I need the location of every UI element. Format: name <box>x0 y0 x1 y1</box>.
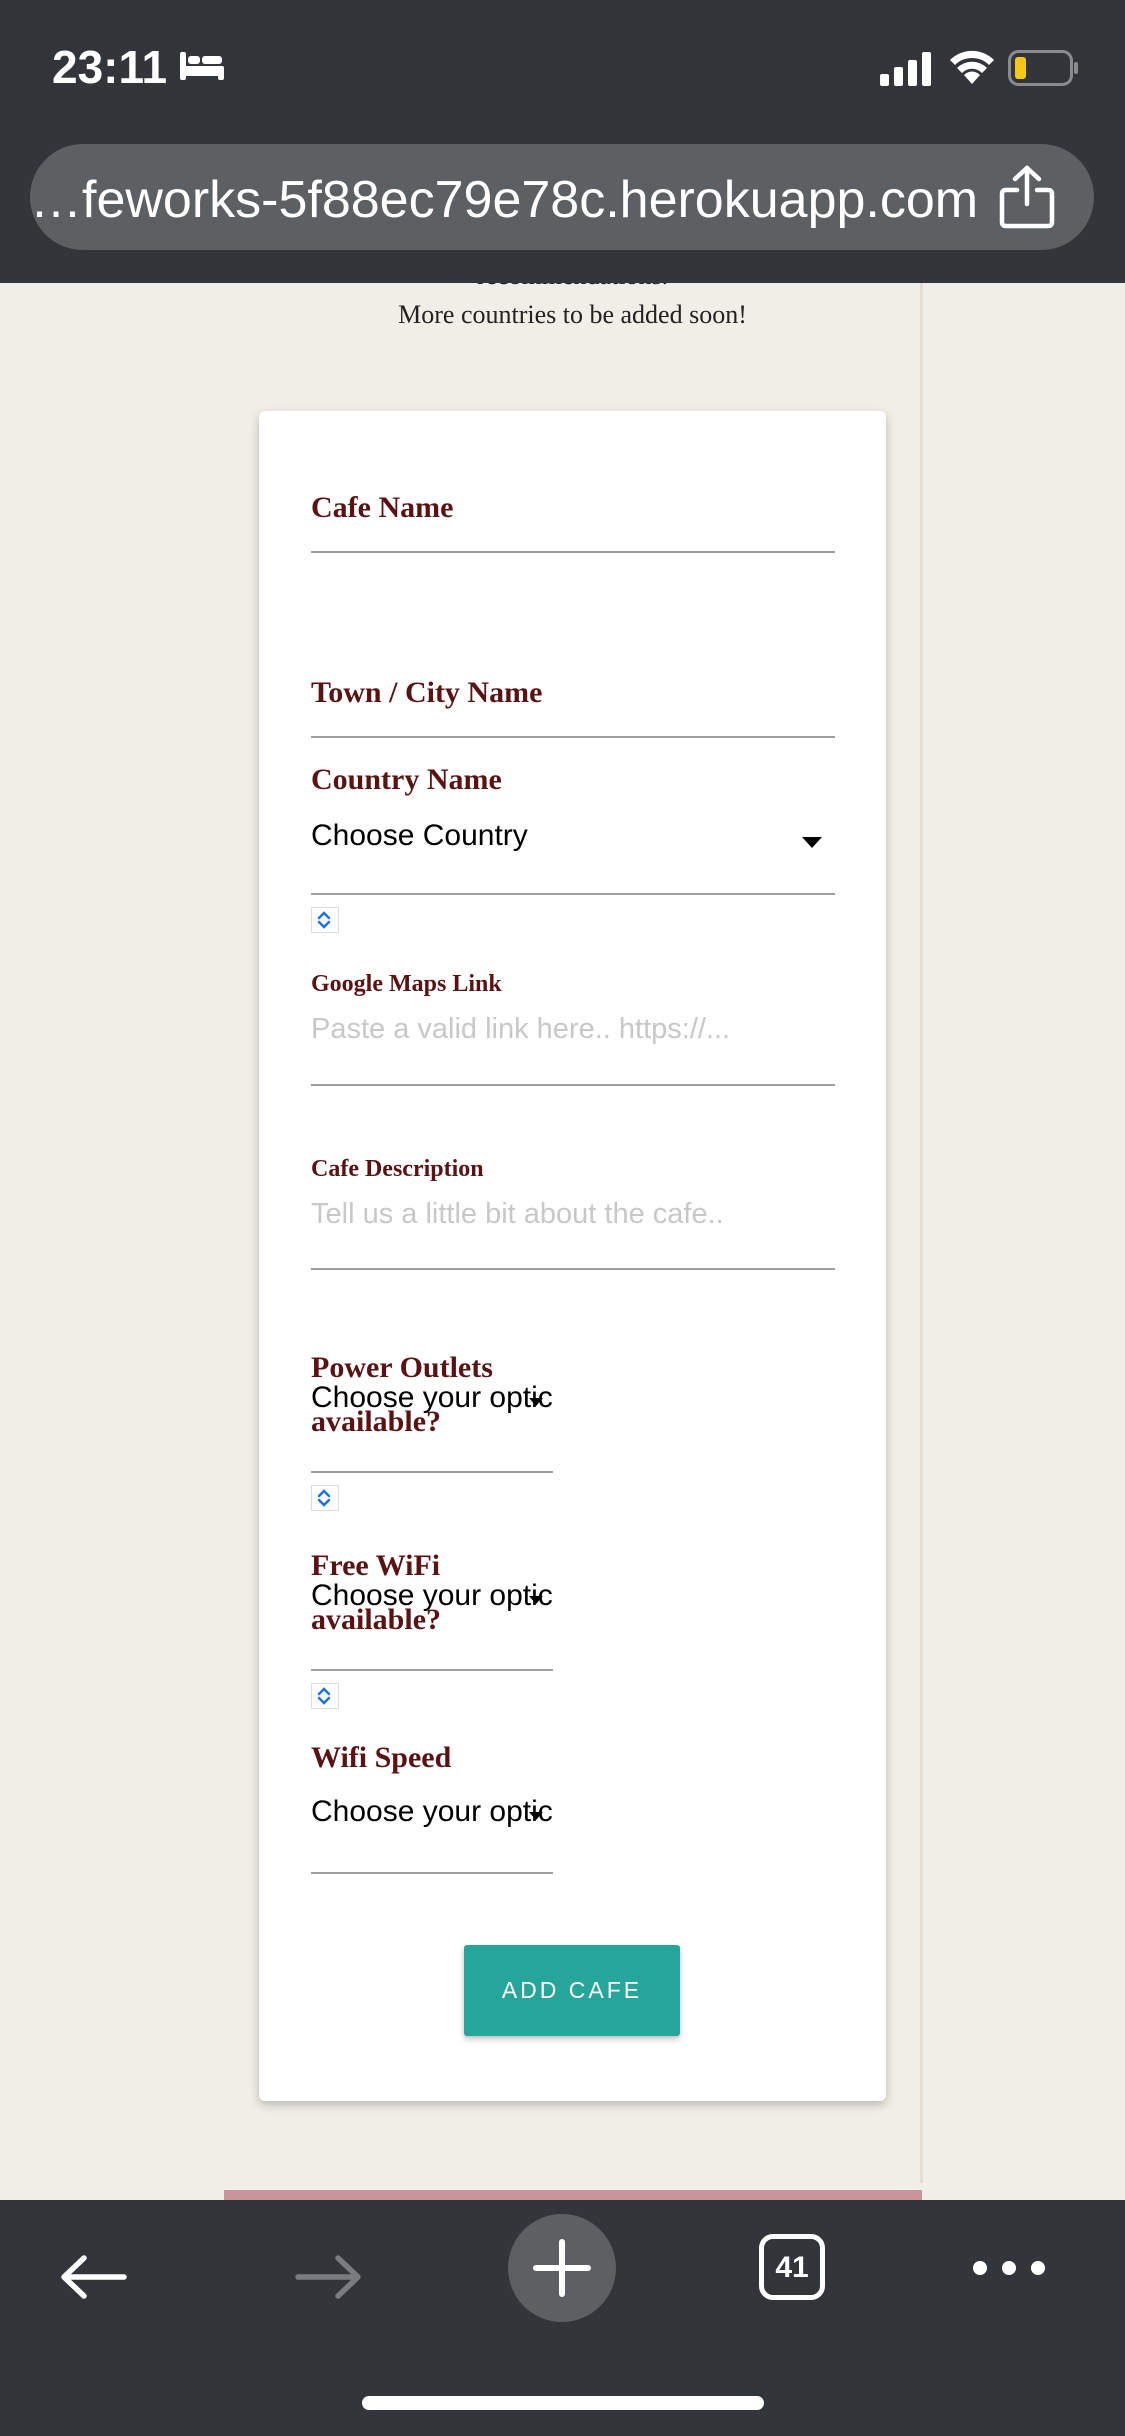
town-underline <box>311 736 835 738</box>
power-spinner[interactable] <box>311 1485 339 1511</box>
add-cafe-form: Cafe Name Town / City Name Country Name … <box>259 411 886 2101</box>
speed-label: Wifi Speed <box>311 1741 452 1774</box>
bed-icon <box>180 52 224 80</box>
maps-label: Google Maps Link <box>311 971 502 997</box>
country-label: Country Name <box>311 763 502 796</box>
free-wifi-select[interactable]: Free WiFi available? Choose your optic <box>311 1539 555 1674</box>
speed-underline <box>311 1872 553 1874</box>
tabs-icon[interactable]: 41 <box>759 2234 825 2300</box>
add-cafe-button[interactable]: ADD CAFE <box>464 1945 680 2036</box>
maps-underline <box>311 1084 835 1086</box>
cut-off-text: recommendations. <box>0 283 1125 291</box>
description-label: Cafe Description <box>311 1156 484 1182</box>
address-bar[interactable]: …feworks-5f88ec79e78c.herokuapp.com <box>30 144 1094 250</box>
description-field[interactable]: Cafe Description Tell us a little bit ab… <box>311 1156 835 1271</box>
status-bar: 23:11 …feworks-5f88ec79e78c.herokuapp.co… <box>0 0 1125 283</box>
cafe-name-label: Cafe Name <box>311 491 454 524</box>
chevron-down-icon <box>802 837 822 848</box>
wifi-underline <box>311 1669 553 1671</box>
new-tab-button[interactable] <box>508 2214 616 2322</box>
country-select[interactable]: Country Name Choose Country <box>311 763 835 895</box>
forward-arrow-icon[interactable] <box>292 2252 364 2302</box>
home-indicator <box>362 2396 764 2410</box>
plus-icon <box>533 2239 591 2297</box>
power-outlets-select[interactable]: Power Outlets available? Choose your opt… <box>311 1341 555 1476</box>
country-underline <box>311 893 835 895</box>
up-down-arrows-icon <box>317 1687 331 1705</box>
cafe-name-underline <box>311 551 835 553</box>
up-down-arrows-icon <box>317 911 331 929</box>
url-text: …feworks-5f88ec79e78c.herokuapp.com <box>30 171 979 229</box>
cafe-name-field[interactable]: Cafe Name <box>311 491 835 571</box>
country-spinner[interactable] <box>311 907 339 933</box>
power-value: Choose your optic <box>311 1381 553 1414</box>
wifi-icon <box>950 50 994 84</box>
chevron-down-icon <box>529 1812 543 1820</box>
chevron-down-icon <box>529 1398 543 1406</box>
status-time: 23:11 <box>52 41 168 93</box>
up-down-arrows-icon <box>317 1489 331 1507</box>
maps-link-field[interactable]: Google Maps Link Paste a valid link here… <box>311 971 835 1086</box>
power-underline <box>311 1471 553 1473</box>
description-placeholder: Tell us a little bit about the cafe.. <box>311 1198 724 1230</box>
speed-value: Choose your optic <box>311 1795 553 1828</box>
footer-strip <box>224 2190 922 2200</box>
maps-placeholder: Paste a valid link here.. https://... <box>311 1013 731 1045</box>
wifi-speed-select[interactable]: Wifi Speed Choose your optic <box>311 1741 555 1876</box>
share-icon[interactable] <box>996 164 1058 230</box>
back-arrow-icon[interactable] <box>58 2252 130 2302</box>
wifi-value: Choose your optic <box>311 1579 553 1612</box>
description-underline <box>311 1268 835 1270</box>
page-content: recommendations. More countries to be ad… <box>0 283 1125 2200</box>
intro-text: More countries to be added soon! <box>398 300 747 329</box>
more-icon[interactable] <box>972 2260 1046 2276</box>
country-value: Choose Country <box>311 819 528 852</box>
page-divider <box>920 283 923 2183</box>
signal-icon <box>880 52 931 86</box>
battery-icon <box>1008 50 1078 86</box>
chevron-down-icon <box>529 1596 543 1604</box>
town-field[interactable]: Town / City Name <box>311 676 835 756</box>
town-label: Town / City Name <box>311 676 543 709</box>
wifi-spinner[interactable] <box>311 1683 339 1709</box>
